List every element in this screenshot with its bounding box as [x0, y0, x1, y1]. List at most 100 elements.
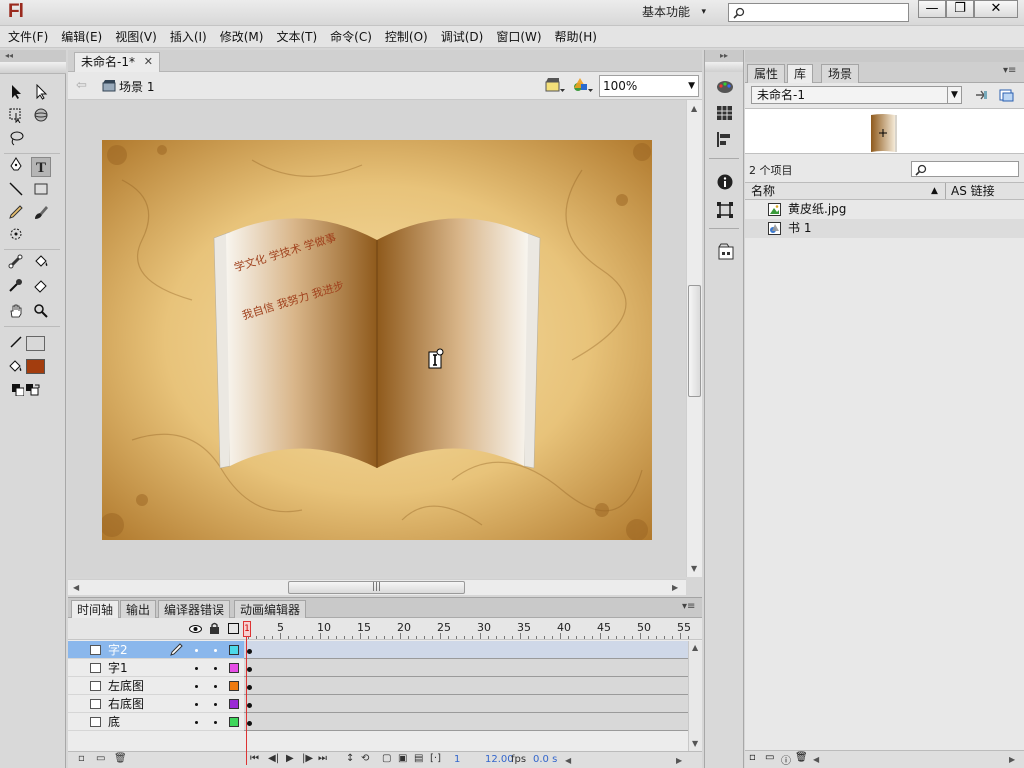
frame-row[interactable] — [244, 695, 688, 713]
scroll-thumb[interactable] — [688, 285, 701, 397]
modify-markers-icon[interactable]: [·] — [430, 753, 441, 764]
keyframe[interactable] — [247, 703, 252, 708]
pencil-tool-icon[interactable] — [6, 204, 26, 224]
line-tool-icon[interactable] — [6, 181, 26, 201]
current-frame[interactable]: 1 — [454, 754, 460, 765]
stage-horizontal-scrollbar[interactable]: ◀ ||| ▶ — [68, 579, 686, 595]
free-transform-tool-icon[interactable] — [6, 107, 26, 127]
panel-menu-icon[interactable]: ▾≡ — [1003, 65, 1016, 76]
new-folder-icon[interactable]: ▭ — [765, 752, 774, 763]
minimize-button[interactable]: — — [918, 0, 946, 18]
layer-row[interactable]: 字1 — [68, 659, 244, 677]
layer-toggle-dot[interactable] — [195, 703, 198, 706]
tab-properties[interactable]: 属性 — [747, 64, 786, 83]
swatches-panel-icon[interactable] — [717, 106, 732, 123]
layer-toggle-dot[interactable] — [214, 721, 217, 724]
layer-toggle-dot[interactable] — [195, 721, 198, 724]
layer-row[interactable]: 字2 — [68, 641, 244, 659]
workspace-switcher[interactable]: 基本功能 ▾ — [636, 2, 710, 22]
back-arrow-icon[interactable]: ⇦ — [76, 78, 87, 93]
menu-text[interactable]: 文本(T) — [272, 26, 321, 48]
menu-commands[interactable]: 命令(C) — [326, 26, 376, 48]
fill-color-swatch[interactable] — [26, 359, 45, 374]
hand-tool-icon[interactable] — [6, 303, 26, 323]
keyframe[interactable] — [247, 721, 252, 726]
panel-menu-icon[interactable]: ▾≡ — [682, 601, 695, 612]
timeline-vertical-scrollbar[interactable]: ▲ ▼ — [688, 641, 702, 751]
layer-name[interactable]: 底 — [108, 713, 120, 731]
outline-icon[interactable] — [228, 623, 239, 634]
playhead-marker[interactable]: 1 — [243, 621, 251, 637]
frame-grid[interactable] — [244, 641, 688, 751]
scroll-right-icon[interactable]: ▶ — [1009, 755, 1015, 764]
layer-outline-color[interactable] — [229, 681, 239, 691]
new-layer-icon[interactable]: ▫ — [78, 753, 85, 764]
scroll-down-icon[interactable]: ▼ — [691, 564, 697, 573]
frame-ruler[interactable]: 5 10 15 20 25 30 35 40 45 50 55 — [244, 618, 691, 640]
stage-vertical-scrollbar[interactable]: ▲ ▼ — [686, 100, 702, 577]
layer-outline-color[interactable] — [229, 663, 239, 673]
maximize-button[interactable]: ❐ — [946, 0, 974, 18]
tab-library[interactable]: 库 — [787, 64, 814, 83]
menu-view[interactable]: 视图(V) — [111, 26, 161, 48]
frame-row[interactable] — [244, 713, 688, 731]
layer-toggle-dot[interactable] — [214, 703, 217, 706]
new-symbol-icon[interactable]: ▫ — [749, 752, 756, 763]
align-panel-icon[interactable] — [717, 132, 732, 150]
document-tab[interactable]: 未命名-1* ✕ — [74, 52, 160, 72]
delete-layer-icon[interactable]: 🗑 — [114, 753, 127, 764]
library-search-input[interactable] — [911, 161, 1019, 177]
layer-toggle-dot[interactable] — [214, 667, 217, 670]
color-panel-icon[interactable] — [716, 78, 734, 97]
first-frame-icon[interactable]: ⏮ — [250, 753, 259, 764]
menu-modify[interactable]: 修改(M) — [216, 26, 268, 48]
pin-library-icon[interactable] — [974, 88, 988, 105]
panel-grip[interactable] — [705, 62, 743, 72]
keyframe[interactable] — [247, 667, 252, 672]
scroll-thumb[interactable]: ||| — [288, 581, 465, 594]
tab-compiler-errors[interactable]: 编译器错误 — [158, 600, 231, 619]
library-item[interactable]: 书 1 — [745, 219, 1024, 238]
play-icon[interactable]: ▶ — [286, 753, 294, 764]
delete-icon[interactable]: 🗑 — [795, 752, 808, 763]
scroll-left-icon[interactable]: ◀ — [565, 756, 571, 765]
column-as-linkage[interactable]: AS 链接 — [951, 183, 995, 199]
layer-name[interactable]: 左底图 — [108, 677, 144, 695]
tab-output[interactable]: 输出 — [120, 600, 157, 619]
lock-icon[interactable] — [209, 622, 220, 637]
lasso-tool-icon[interactable] — [6, 130, 26, 150]
bone-tool-icon[interactable] — [6, 254, 26, 274]
scroll-up-icon[interactable]: ▲ — [691, 104, 697, 113]
new-folder-icon[interactable]: ▭ — [96, 753, 105, 764]
layer-name[interactable]: 字1 — [108, 659, 128, 677]
text-tool-icon[interactable]: T — [31, 157, 51, 177]
layer-toggle-dot[interactable] — [214, 649, 217, 652]
rectangle-tool-icon[interactable] — [31, 181, 51, 201]
layer-row[interactable]: 右底图 — [68, 695, 244, 713]
scroll-down-icon[interactable]: ▼ — [692, 739, 698, 748]
panel-grip[interactable] — [745, 50, 1024, 62]
tab-motion-editor[interactable]: 动画编辑器 — [234, 600, 307, 619]
onion-skin-icon[interactable]: ▢ — [382, 753, 391, 764]
scroll-right-icon[interactable]: ▶ — [676, 756, 682, 765]
collapse-panel-icon[interactable]: ◂◂ — [0, 50, 66, 62]
next-frame-icon[interactable]: |▶ — [302, 753, 313, 764]
close-button[interactable]: ✕ — [974, 0, 1018, 18]
scroll-right-icon[interactable]: ▶ — [672, 583, 678, 592]
layer-toggle-dot[interactable] — [195, 667, 198, 670]
info-panel-icon[interactable] — [717, 174, 733, 193]
3d-rotation-tool-icon[interactable] — [31, 107, 51, 127]
subselection-tool-icon[interactable] — [31, 83, 51, 104]
pen-tool-icon[interactable] — [6, 157, 26, 177]
tab-scene[interactable]: 场景 — [821, 64, 860, 83]
center-frame-icon[interactable]: ↕ — [346, 753, 354, 764]
library-document-select[interactable]: 未命名-1 ▼ — [751, 86, 962, 104]
eyedropper-tool-icon[interactable] — [6, 277, 26, 297]
menu-control[interactable]: 控制(O) — [381, 26, 432, 48]
edit-multiple-frames-icon[interactable]: ▤ — [414, 753, 423, 764]
library-item[interactable]: 黄皮纸.jpg — [745, 200, 1024, 219]
frame-row[interactable] — [244, 677, 688, 695]
menu-insert[interactable]: 插入(I) — [166, 26, 211, 48]
keyframe[interactable] — [247, 685, 252, 690]
help-search-input[interactable] — [728, 3, 909, 22]
